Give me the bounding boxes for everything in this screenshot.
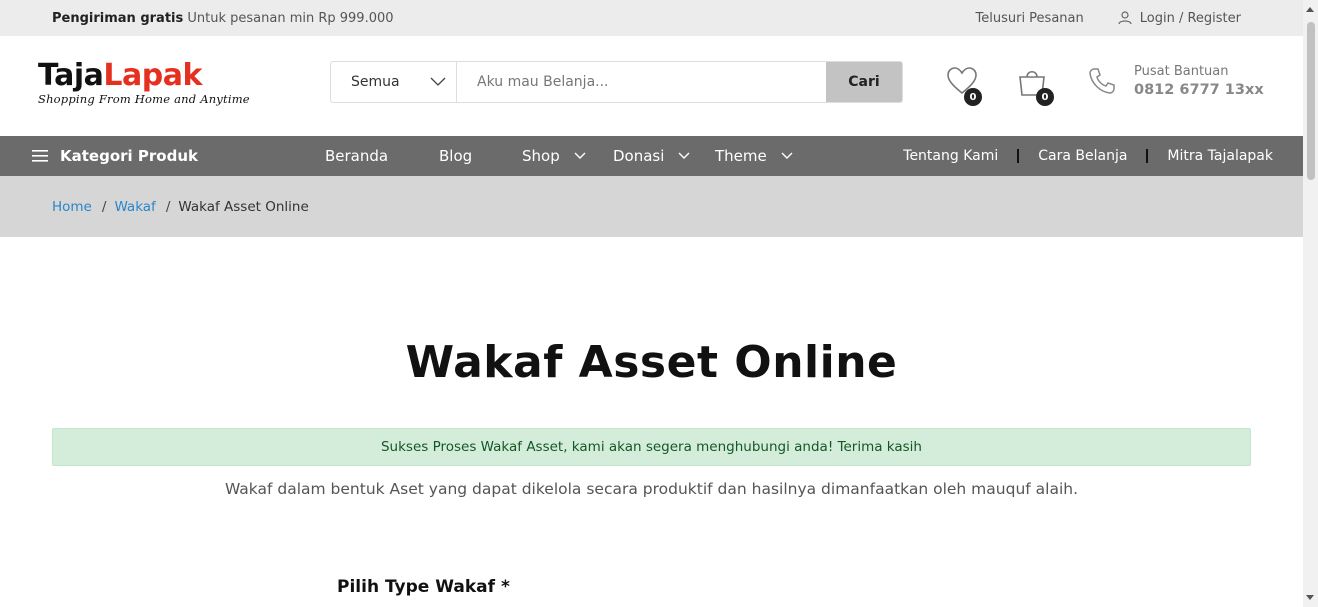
scrollbar-thumb[interactable] bbox=[1307, 22, 1315, 180]
wakaf-type-label: Pilih Type Wakaf * bbox=[337, 577, 510, 597]
breadcrumb-current: Wakaf Asset Online bbox=[178, 198, 309, 215]
page: Pengiriman gratis Untuk pesanan min Rp 9… bbox=[0, 0, 1303, 607]
breadcrumb-home-link[interactable]: Home bbox=[52, 199, 92, 215]
breadcrumb-separator: / bbox=[165, 198, 171, 215]
nav-item-label: Donasi bbox=[613, 147, 665, 165]
help-phone: 0812 6777 13xx bbox=[1134, 82, 1264, 98]
top-bar: Pengiriman gratis Untuk pesanan min Rp 9… bbox=[0, 0, 1303, 36]
nav-item-label: Blog bbox=[439, 147, 473, 165]
wishlist-button[interactable]: 0 bbox=[946, 66, 982, 106]
scroll-up-arrow-icon[interactable] bbox=[1306, 7, 1314, 12]
nav-link-cara-belanja[interactable]: Cara Belanja bbox=[1038, 148, 1127, 164]
search-category-select[interactable]: Semua bbox=[331, 62, 457, 102]
chevron-down-icon bbox=[430, 77, 446, 86]
track-orders-link[interactable]: Telusuri Pesanan bbox=[976, 11, 1084, 26]
logo-part2: Lapak bbox=[103, 58, 202, 93]
page-title: Wakaf Asset Online bbox=[405, 337, 898, 388]
logo[interactable]: TajaLapak Shopping From Home and Anytime bbox=[38, 61, 288, 111]
chevron-down-icon bbox=[678, 152, 690, 159]
help-label: Pusat Bantuan bbox=[1134, 64, 1229, 79]
help-center[interactable]: Pusat Bantuan 0812 6777 13xx bbox=[1088, 64, 1264, 98]
hamburger-icon bbox=[32, 150, 48, 162]
categories-label: Kategori Produk bbox=[60, 147, 198, 165]
nav-divider bbox=[1146, 149, 1149, 163]
nav-item-donasi[interactable]: Donasi bbox=[613, 147, 690, 165]
wishlist-count-badge: 0 bbox=[964, 88, 982, 106]
login-register-label: Login / Register bbox=[1139, 10, 1241, 26]
main-nav: Kategori Produk Beranda Blog Shop Donasi… bbox=[0, 136, 1303, 176]
logo-part1: Taja bbox=[38, 58, 104, 93]
nav-item-label: Beranda bbox=[325, 147, 389, 165]
nav-item-beranda[interactable]: Beranda bbox=[325, 147, 388, 165]
page-description: Wakaf dalam bentuk Aset yang dapat dikel… bbox=[224, 480, 1079, 498]
header: TajaLapak Shopping From Home and Anytime… bbox=[0, 36, 1303, 136]
login-register-link[interactable]: Login / Register bbox=[1118, 11, 1241, 26]
scrollbar[interactable] bbox=[1303, 0, 1318, 607]
cart-count-badge: 0 bbox=[1036, 88, 1054, 106]
nav-right-links: Tentang Kami Cara Belanja Mitra Tajalapa… bbox=[903, 148, 1273, 164]
nav-divider bbox=[1017, 149, 1020, 163]
shipping-bold: Pengiriman gratis bbox=[52, 10, 184, 26]
nav-link-mitra[interactable]: Mitra Tajalapak bbox=[1167, 148, 1273, 164]
nav-item-label: Shop bbox=[522, 147, 560, 165]
categories-menu-button[interactable]: Kategori Produk bbox=[32, 147, 198, 165]
user-icon bbox=[1118, 11, 1132, 25]
search-input[interactable] bbox=[457, 62, 826, 102]
nav-item-theme[interactable]: Theme bbox=[715, 147, 793, 165]
shipping-text: Untuk pesanan min Rp 999.000 bbox=[187, 10, 394, 26]
chevron-down-icon bbox=[574, 152, 586, 159]
breadcrumb-separator: / bbox=[101, 198, 107, 215]
shipping-info: Pengiriman gratis Untuk pesanan min Rp 9… bbox=[52, 11, 394, 26]
logo-tagline: Shopping From Home and Anytime bbox=[38, 92, 250, 106]
phone-icon bbox=[1089, 68, 1115, 94]
success-alert: Sukses Proses Wakaf Asset, kami akan seg… bbox=[52, 428, 1251, 466]
breadcrumb-wakaf-link[interactable]: Wakaf bbox=[114, 199, 155, 215]
scroll-down-arrow-icon[interactable] bbox=[1306, 595, 1314, 600]
breadcrumb: Home / Wakaf / Wakaf Asset Online bbox=[0, 176, 1303, 237]
cart-button[interactable]: 0 bbox=[1016, 66, 1054, 106]
nav-item-blog[interactable]: Blog bbox=[439, 147, 472, 165]
nav-item-shop[interactable]: Shop bbox=[522, 147, 586, 165]
nav-item-label: Theme bbox=[715, 147, 767, 165]
search-button[interactable]: Cari bbox=[826, 62, 902, 102]
chevron-down-icon bbox=[781, 152, 793, 159]
nav-link-tentang-kami[interactable]: Tentang Kami bbox=[903, 148, 998, 164]
search-category-value: Semua bbox=[351, 74, 400, 90]
search-bar: Semua Cari bbox=[330, 61, 903, 103]
